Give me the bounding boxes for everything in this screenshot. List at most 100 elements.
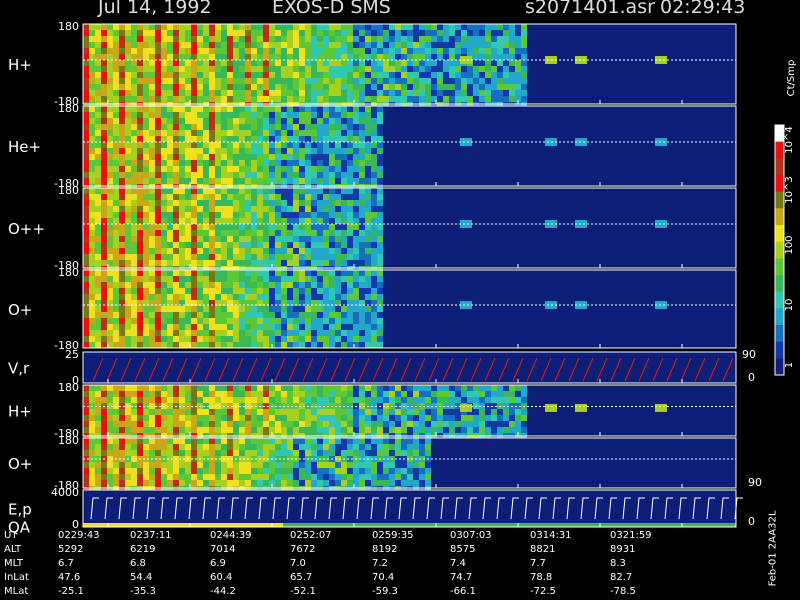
- spectrogram-cell: [179, 112, 185, 118]
- spectrogram-cell: [395, 480, 401, 486]
- spectrogram-cell: [221, 294, 227, 300]
- spectrogram-cell: [161, 212, 167, 218]
- spectrogram-cell: [311, 415, 317, 421]
- spectrogram-cell: [197, 194, 203, 200]
- spectrogram-cell: [377, 462, 383, 468]
- spectrogram-cell: [407, 438, 413, 444]
- spectrogram-cell: [185, 42, 191, 48]
- spectrogram-cell: [389, 36, 395, 42]
- spectrogram-cell: [311, 84, 317, 90]
- spectrogram-cell: [293, 60, 299, 66]
- spectrogram-cell: [443, 427, 449, 433]
- spectrogram-cell: [107, 230, 113, 236]
- spectrogram-cell: [113, 200, 119, 206]
- spectrogram-cell: [287, 450, 293, 456]
- spectrogram-cell: [443, 42, 449, 48]
- spectrogram-cell: [155, 312, 161, 318]
- spectrogram-cell: [365, 148, 371, 154]
- spectrogram-cell: [101, 42, 107, 48]
- spectrogram-cell: [197, 438, 203, 444]
- spectrogram-cell: [131, 42, 137, 48]
- spectrogram-cell: [323, 462, 329, 468]
- spectrogram-cell: [335, 254, 341, 260]
- spectrogram-cell: [371, 444, 377, 450]
- spectrogram-cell: [377, 415, 383, 421]
- spectrogram-cell: [353, 30, 359, 36]
- spectrogram-cell: [197, 90, 203, 96]
- spectrogram-cell: [473, 421, 479, 427]
- spectrogram-cell: [323, 288, 329, 294]
- spectrogram-cell: [281, 160, 287, 166]
- spectrogram-cell: [305, 324, 311, 330]
- qa-bar-green: [283, 523, 736, 527]
- spectrogram-cell: [365, 397, 371, 403]
- spectrogram-cell: [341, 160, 347, 166]
- spectrogram-cell: [203, 336, 209, 342]
- spectrogram-cell: [251, 224, 257, 230]
- spectrogram-cell: [185, 112, 191, 118]
- spectrogram-cell: [347, 288, 353, 294]
- spectrogram-cell: [95, 30, 101, 36]
- spectrogram-cell: [317, 427, 323, 433]
- spectrogram-cell: [155, 106, 161, 112]
- spectrogram-cell: [197, 468, 203, 474]
- spectrogram-cell: [377, 336, 383, 342]
- spectrogram-cell: [203, 480, 209, 486]
- spectrogram-cell: [83, 60, 89, 66]
- spectrogram-cell: [329, 480, 335, 486]
- spectrogram-cell: [245, 148, 251, 154]
- spectrogram-cell: [299, 248, 305, 254]
- orbit-cell: 6219: [130, 544, 156, 555]
- spectrogram-cell: [413, 60, 419, 66]
- spectrogram-cell: [401, 415, 407, 421]
- spectrogram-cell: [395, 24, 401, 30]
- spectrogram-cell: [263, 136, 269, 142]
- spectrogram-cell: [101, 421, 107, 427]
- spectrogram-cell: [359, 124, 365, 130]
- spectrogram-cell: [293, 330, 299, 336]
- spectrogram-cell: [161, 136, 167, 142]
- spectrogram-cell: [305, 124, 311, 130]
- spectrogram-cell: [215, 148, 221, 154]
- spectrogram-cell: [401, 409, 407, 415]
- spectrogram-cell: [299, 230, 305, 236]
- spectrogram-cell: [161, 36, 167, 42]
- spectrogram-cell: [95, 188, 101, 194]
- spectrogram-cell: [257, 60, 263, 66]
- spectrogram-cell: [263, 421, 269, 427]
- spectrogram-cell: [389, 90, 395, 96]
- spectrogram-cell: [287, 427, 293, 433]
- spectrogram-cell: [281, 200, 287, 206]
- spectrogram-cell: [125, 42, 131, 48]
- spectrogram-cell: [359, 427, 365, 433]
- spectrogram-cell: [119, 48, 125, 54]
- spectrogram-cell: [281, 172, 287, 178]
- spectrogram-cell: [515, 421, 521, 427]
- spectrogram-cell: [209, 178, 215, 184]
- spectrogram-cell: [161, 444, 167, 450]
- spectrogram-cell: [377, 242, 383, 248]
- spectrogram-cell: [395, 385, 401, 391]
- spectrogram-cell: [371, 306, 377, 312]
- spectrogram-cell: [221, 212, 227, 218]
- spectrogram-cell: [287, 96, 293, 102]
- spectrogram-cell: [155, 306, 161, 312]
- spectrogram-cell: [107, 294, 113, 300]
- spectrogram-cell: [203, 224, 209, 230]
- spectrogram-cell: [281, 254, 287, 260]
- spectrogram-cell: [155, 24, 161, 30]
- spectrogram-cell: [467, 84, 473, 90]
- spectrogram-cell: [431, 30, 437, 36]
- orbit-cell: 78.8: [530, 572, 553, 583]
- spectrogram-cell: [365, 142, 371, 148]
- spectrogram-cell: [95, 154, 101, 160]
- spectrogram-cell: [323, 124, 329, 130]
- spectrogram-cell: [185, 474, 191, 480]
- spectrogram-cell: [257, 336, 263, 342]
- spectrogram-cell: [191, 270, 197, 276]
- spectrogram-cell: [245, 450, 251, 456]
- spectrogram-cell: [179, 230, 185, 236]
- spectrogram-cell: [293, 282, 299, 288]
- spectrogram-cell: [239, 294, 245, 300]
- spectrogram-cell: [515, 385, 521, 391]
